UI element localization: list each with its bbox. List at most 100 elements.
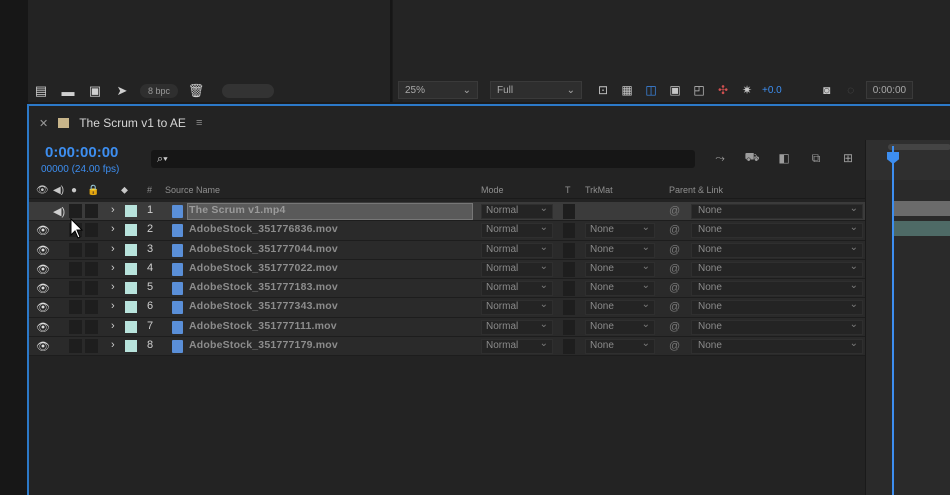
close-icon[interactable]: ✕ bbox=[39, 117, 48, 130]
project-slider[interactable] bbox=[222, 84, 275, 98]
trackmatte-dropdown[interactable]: None bbox=[585, 280, 655, 297]
blend-mode-dropdown[interactable]: Normal bbox=[481, 319, 553, 335]
guides-icon[interactable]: ▣ bbox=[666, 82, 684, 98]
eye-icon[interactable]: 👁 bbox=[36, 244, 50, 257]
trackmatte-dropdown[interactable]: None bbox=[585, 261, 655, 277]
viewer-timecode[interactable]: 0:00:00 bbox=[865, 81, 914, 99]
pick-whip-icon[interactable]: @ bbox=[669, 301, 680, 313]
composition-tab-title[interactable]: The Scrum v1 to AE bbox=[79, 116, 186, 130]
layer-source-name[interactable]: AdobeStock_351777111.mov bbox=[189, 320, 337, 332]
parent-dropdown[interactable]: None bbox=[691, 319, 863, 335]
layer-source-name[interactable]: AdobeStock_351776836.mov bbox=[189, 223, 338, 235]
layer-duration-bar[interactable] bbox=[894, 221, 950, 236]
layer-source-name[interactable]: AdobeStock_351777179.mov bbox=[189, 339, 338, 351]
solo-switch[interactable] bbox=[69, 261, 82, 276]
pick-whip-icon[interactable]: @ bbox=[669, 205, 680, 217]
eye-icon[interactable]: 👁 bbox=[36, 340, 50, 353]
current-time-display[interactable]: 0:00:00:00 bbox=[45, 144, 118, 161]
label-color[interactable] bbox=[125, 224, 137, 237]
channel-icon[interactable]: ◰ bbox=[690, 82, 708, 98]
exposure-value[interactable]: +0.0 bbox=[762, 85, 782, 96]
expand-chevron-icon[interactable]: › bbox=[111, 243, 115, 255]
label-color[interactable] bbox=[125, 282, 137, 295]
preserve-transparency-toggle[interactable] bbox=[563, 261, 575, 277]
time-ruler[interactable] bbox=[866, 140, 950, 180]
pick-whip-icon[interactable]: @ bbox=[669, 340, 680, 352]
preserve-transparency-toggle[interactable] bbox=[563, 242, 575, 258]
blend-mode-dropdown[interactable]: Normal bbox=[481, 242, 553, 258]
solo-switch[interactable] bbox=[69, 319, 82, 334]
label-color[interactable] bbox=[125, 340, 137, 353]
blend-mode-dropdown[interactable]: Normal bbox=[481, 338, 553, 355]
color-management-icon[interactable]: ✣ bbox=[714, 82, 732, 98]
layer-duration-bar[interactable] bbox=[894, 201, 950, 216]
preserve-transparency-toggle[interactable] bbox=[563, 223, 575, 239]
lock-switch[interactable] bbox=[85, 223, 98, 238]
preserve-transparency-toggle[interactable] bbox=[563, 339, 575, 355]
expand-chevron-icon[interactable]: › bbox=[111, 223, 115, 235]
blend-mode-dropdown[interactable]: Normal bbox=[481, 261, 553, 277]
pick-whip-icon[interactable]: @ bbox=[669, 224, 680, 236]
lock-switch[interactable] bbox=[85, 261, 98, 276]
label-color[interactable] bbox=[125, 320, 137, 333]
new-composition-icon[interactable]: ▣ bbox=[86, 83, 104, 98]
layer-source-name[interactable]: AdobeStock_351777044.mov bbox=[189, 243, 338, 255]
blend-mode-dropdown[interactable]: Normal bbox=[481, 280, 553, 297]
label-color[interactable] bbox=[125, 301, 137, 314]
expand-chevron-icon[interactable]: › bbox=[111, 300, 115, 312]
video-eye-icon[interactable]: 👁 bbox=[36, 185, 49, 196]
mask-visibility-icon[interactable]: ◫ bbox=[642, 82, 660, 98]
parent-column-header[interactable]: Parent & Link bbox=[669, 185, 723, 195]
trackmatte-dropdown[interactable]: None bbox=[585, 299, 655, 316]
lock-switch[interactable] bbox=[85, 204, 98, 218]
work-area-bar[interactable] bbox=[888, 144, 950, 150]
parent-dropdown[interactable]: None bbox=[691, 261, 863, 277]
blend-mode-dropdown[interactable]: Normal bbox=[481, 203, 553, 219]
lock-switch[interactable] bbox=[85, 242, 98, 257]
eye-icon[interactable]: 👁 bbox=[36, 282, 50, 295]
eye-icon[interactable]: 👁 bbox=[36, 263, 50, 276]
timeline-track-area[interactable] bbox=[865, 140, 950, 495]
lock-switch[interactable] bbox=[85, 300, 98, 315]
parent-dropdown[interactable]: None bbox=[691, 299, 863, 316]
pick-whip-icon[interactable]: @ bbox=[669, 244, 680, 256]
resolution-dropdown[interactable]: Full ⌄ bbox=[490, 81, 582, 99]
pick-whip-icon[interactable]: @ bbox=[669, 263, 680, 275]
layer-source-name[interactable]: AdobeStock_351777022.mov bbox=[189, 262, 338, 274]
blend-mode-dropdown[interactable]: Normal bbox=[481, 222, 553, 239]
panel-menu-icon[interactable]: ≡ bbox=[196, 117, 202, 129]
shy-layers-icon[interactable]: ◧ bbox=[775, 150, 793, 166]
transparency-grid-icon[interactable]: ▦ bbox=[618, 82, 636, 98]
solo-switch[interactable] bbox=[69, 339, 82, 354]
solo-switch[interactable] bbox=[69, 281, 82, 296]
label-tag-icon[interactable]: ⬥ bbox=[121, 185, 128, 196]
parent-dropdown[interactable]: None bbox=[691, 222, 863, 239]
parent-dropdown[interactable]: None bbox=[691, 242, 863, 258]
lock-switch[interactable] bbox=[85, 281, 98, 296]
lock-switch[interactable] bbox=[85, 339, 98, 354]
preserve-transparency-toggle[interactable] bbox=[563, 319, 575, 335]
parent-dropdown[interactable]: None bbox=[691, 280, 863, 297]
playhead-line[interactable] bbox=[892, 146, 894, 495]
graph-editor-icon[interactable]: ⊞ bbox=[839, 150, 857, 166]
layer-search-input[interactable]: ⌕▾ bbox=[151, 150, 695, 168]
layer-source-name[interactable]: The Scrum v1.mp4 bbox=[189, 204, 286, 216]
solo-switch[interactable] bbox=[69, 242, 82, 257]
frame-blending-icon[interactable]: ⧉ bbox=[807, 150, 825, 166]
solo-switch[interactable] bbox=[69, 204, 82, 218]
show-snapshot-icon[interactable]: ◌ bbox=[842, 82, 860, 98]
gear-icon[interactable]: ✷ bbox=[738, 82, 756, 98]
trackmatte-dropdown[interactable]: None bbox=[585, 242, 655, 258]
preserve-transparency-toggle[interactable] bbox=[563, 281, 575, 297]
audio-icon[interactable]: ◀) bbox=[53, 205, 65, 218]
preserve-transparency-toggle[interactable] bbox=[563, 204, 575, 219]
trash-icon[interactable]: 🗑 bbox=[187, 83, 205, 98]
trackmatte-dropdown[interactable]: None bbox=[585, 222, 655, 239]
layer-row[interactable]: ◀) › 1 The Scrum v1.mp4 Normal @ None bbox=[29, 202, 867, 222]
expand-chevron-icon[interactable]: › bbox=[111, 281, 115, 293]
layer-row[interactable]: 👁 › 5 AdobeStock_351777183.mov Normal No… bbox=[29, 279, 867, 299]
expand-chevron-icon[interactable]: › bbox=[111, 262, 115, 274]
expand-chevron-icon[interactable]: › bbox=[111, 204, 115, 216]
expand-chevron-icon[interactable]: › bbox=[111, 320, 115, 332]
label-color[interactable] bbox=[125, 205, 137, 217]
